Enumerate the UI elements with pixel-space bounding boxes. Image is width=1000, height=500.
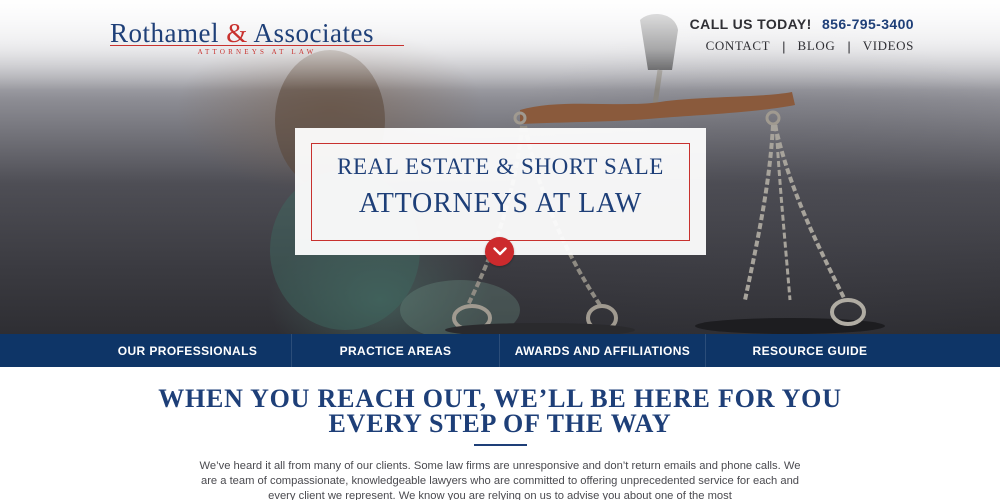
logo-divider [110,45,404,46]
hero-subtitle: REAL ESTATE & SHORT SALE [337,154,664,179]
headline-line-2: EVERY STEP OF THE WAY [328,409,672,438]
hero-title-card: REAL ESTATE & SHORT SALE ATTORNEYS AT LA… [295,128,706,255]
call-us-banner: CALL US TODAY! 856-795-3400 [690,16,914,32]
site-logo[interactable]: Rothamel & Associates ATTORNEYS AT LAW [110,18,410,57]
phone-number-link[interactable]: 856-795-3400 [822,16,914,32]
contact-link[interactable]: CONTACT [706,38,771,54]
nav-resource-guide[interactable]: RESOURCE GUIDE [706,334,914,367]
top-links: CONTACT | BLOG | VIDEOS [706,38,914,54]
nav-our-professionals[interactable]: OUR PROFESSIONALS [84,334,292,367]
chevron-down-icon [492,247,507,256]
hero-title: ATTORNEYS AT LAW [358,188,643,219]
scroll-down-button[interactable] [485,237,514,266]
blog-link[interactable]: BLOG [798,38,836,54]
intro-paragraph: We’ve heard it all from many of our clie… [199,460,801,500]
logo-tagline: ATTORNEYS AT LAW [197,48,317,56]
main-nav: OUR PROFESSIONALS PRACTICE AREAS AWARDS … [0,334,1000,367]
headline-line-1: WHEN YOU REACH OUT, WE’LL BE HERE FOR YO… [158,384,842,413]
link-separator: | [782,38,786,54]
nav-awards-affiliations[interactable]: AWARDS AND AFFILIATIONS [500,334,706,367]
link-separator: | [847,38,851,54]
nav-practice-areas[interactable]: PRACTICE AREAS [292,334,500,367]
headline-divider [474,444,527,446]
call-label: CALL US TODAY! [689,16,812,32]
section-headline: WHEN YOU REACH OUT, WE’LL BE HERE FOR YO… [0,384,1000,438]
logo-wordmark: Rothamel & Associates [110,18,374,48]
videos-link[interactable]: VIDEOS [863,38,914,54]
